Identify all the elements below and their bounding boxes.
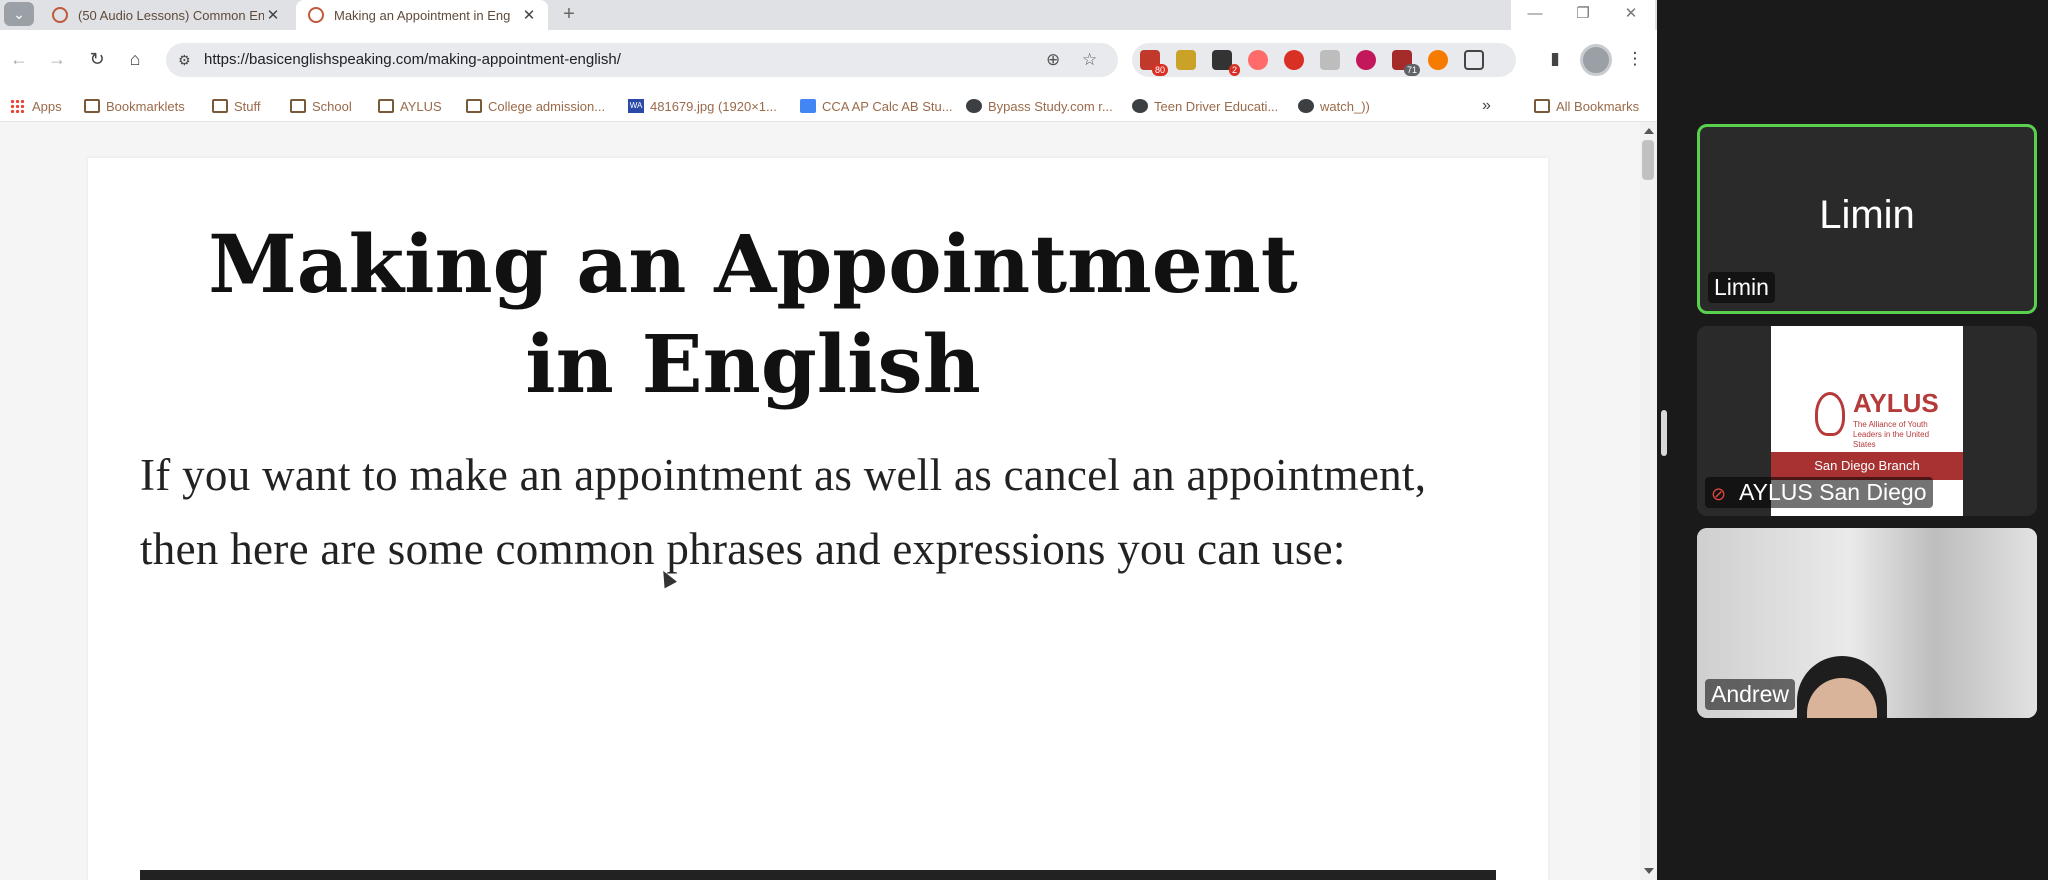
all-bookmarks-folder[interactable]: All Bookmarks [1534, 90, 1639, 122]
bookmark-image[interactable]: WA 481679.jpg (1920×1... [628, 90, 777, 122]
image-icon: WA [628, 99, 644, 113]
bookmark-school[interactable]: School [290, 90, 352, 122]
site-favicon-icon [308, 7, 324, 23]
mic-muted-icon: ⊘ [1711, 483, 1727, 504]
bookmark-teen-driver[interactable]: Teen Driver Educati... [1132, 90, 1278, 122]
doc-icon [800, 99, 816, 113]
panel-resize-handle[interactable] [1661, 410, 1667, 456]
reload-button[interactable]: ↻ [82, 44, 112, 74]
browser-toolbar: ← → ↻ ⌂ ⚙ https://basicenglishspeaking.c… [0, 30, 1657, 90]
tab-title: Making an Appointment in Eng [334, 7, 511, 23]
lightbulb-icon [1815, 392, 1845, 436]
tab-title: (50 Audio Lessons) Common En [78, 7, 264, 23]
folder-icon [84, 99, 100, 113]
folder-icon [290, 99, 306, 113]
globe-icon [1132, 99, 1148, 113]
logo-wordmark: AYLUS [1853, 388, 1939, 418]
article-intro: If you want to make an appointment as we… [140, 450, 1427, 574]
tab-search-button[interactable]: ⌄ [4, 2, 34, 26]
participant-name: AYLUS San Diego [1739, 479, 1927, 505]
bookmark-college-admission[interactable]: College admission... [466, 90, 605, 122]
logo-tagline: The Alliance of Youth Leaders in the Uni… [1853, 420, 1930, 449]
participant-tile-limin[interactable]: Limin Limin [1697, 124, 2037, 314]
restore-button[interactable]: ❐ [1559, 0, 1607, 30]
scroll-thumb[interactable] [1642, 140, 1654, 180]
minimize-button[interactable]: — [1511, 0, 1559, 30]
puzzle-icon[interactable] [1464, 50, 1484, 70]
side-panel-icon[interactable]: ▮ [1540, 44, 1570, 74]
forward-button[interactable]: → [42, 44, 72, 74]
bookmark-stuff[interactable]: Stuff [212, 90, 261, 122]
tab-making-appointment[interactable]: Making an Appointment in Eng ✕ [296, 0, 548, 30]
new-tab-button[interactable]: + [556, 3, 582, 27]
globe-icon [1298, 99, 1314, 113]
profile-avatar[interactable] [1580, 44, 1612, 76]
folder-icon [466, 99, 482, 113]
yellow-extension-icon[interactable] [1176, 50, 1196, 70]
close-icon[interactable]: ✕ [264, 6, 282, 24]
participant-tile-andrew[interactable]: Andrew [1697, 528, 2037, 718]
participant-name-tag: ⊘ AYLUS San Diego [1705, 477, 1933, 508]
grey-extension-icon[interactable] [1320, 50, 1340, 70]
bookmark-apps[interactable]: Apps [10, 90, 62, 122]
site-info-icon[interactable]: ⚙ [178, 51, 196, 69]
folder-icon [212, 99, 228, 113]
folder-icon [378, 99, 394, 113]
participant-name-tag: Andrew [1705, 679, 1795, 710]
close-window-button[interactable]: ✕ [1607, 0, 1655, 30]
browser-window: ⌄ (50 Audio Lessons) Common En ✕ Making … [0, 0, 1657, 880]
scroll-up-icon[interactable] [1644, 128, 1654, 134]
badge-extension-icon[interactable]: 2 [1212, 50, 1240, 76]
article-card: Making an Appointment in English If you … [88, 158, 1548, 880]
url-text[interactable]: https://basicenglishspeaking.com/making-… [204, 43, 621, 77]
play-circle-icon[interactable] [1356, 50, 1376, 70]
branch-banner: San Diego Branch [1771, 452, 1963, 480]
tab-strip: ⌄ (50 Audio Lessons) Common En ✕ Making … [0, 0, 1657, 30]
globe-icon [966, 99, 982, 113]
red-record-icon[interactable] [1248, 50, 1268, 70]
scroll-down-icon[interactable] [1644, 868, 1654, 874]
page-viewport: Making an Appointment in English If you … [0, 122, 1640, 880]
folder-icon [1534, 99, 1550, 113]
zoom-icon[interactable]: ⊕ [1046, 43, 1060, 77]
menu-icon[interactable]: ⋮ [1620, 44, 1650, 74]
bookmark-star-icon[interactable]: ☆ [1082, 43, 1097, 77]
home-button[interactable]: ⌂ [120, 44, 150, 74]
participant-name-tag: Limin [1708, 272, 1775, 303]
red-clock-icon[interactable] [1284, 50, 1304, 70]
bookmark-bookmarklets[interactable]: Bookmarklets [84, 90, 185, 122]
article-title: Making an Appointment in English [208, 217, 1298, 411]
close-icon[interactable]: ✕ [520, 6, 538, 24]
participant-display-name: Limin [1819, 193, 1915, 237]
address-bar[interactable]: ⚙ https://basicenglishspeaking.com/makin… [166, 43, 1118, 77]
back-button[interactable]: ← [4, 44, 34, 74]
site-favicon-icon [52, 7, 68, 23]
mail-extension-icon[interactable]: 80 [1140, 50, 1168, 76]
bookmark-watch[interactable]: watch_)) [1298, 90, 1370, 122]
tab-audio-lessons[interactable]: (50 Audio Lessons) Common En ✕ [40, 0, 292, 30]
bookmark-aylus[interactable]: AYLUS [378, 90, 442, 122]
bookmark-bypass-study[interactable]: Bypass Study.com r... [966, 90, 1113, 122]
bookmarks-bar: Apps Bookmarklets Stuff School AYLUS Col… [0, 90, 1657, 122]
page-bottom-edge [140, 870, 1496, 880]
participant-tile-aylus[interactable]: AYLUS The Alliance of Youth Leaders in t… [1697, 326, 2037, 516]
extensions-area: 80 2 71 [1132, 43, 1516, 77]
video-call-panel: Limin Limin AYLUS The Alliance of Youth … [1657, 0, 2048, 880]
bookmark-calc-doc[interactable]: CCA AP Calc AB Stu... [800, 90, 953, 122]
page-scrollbar[interactable] [1640, 122, 1657, 880]
calendar-extension-icon[interactable]: 71 [1392, 50, 1420, 76]
apps-icon [10, 99, 26, 113]
orange-extension-icon[interactable] [1428, 50, 1448, 70]
more-bookmarks-chevron-icon[interactable]: » [1482, 90, 1491, 122]
